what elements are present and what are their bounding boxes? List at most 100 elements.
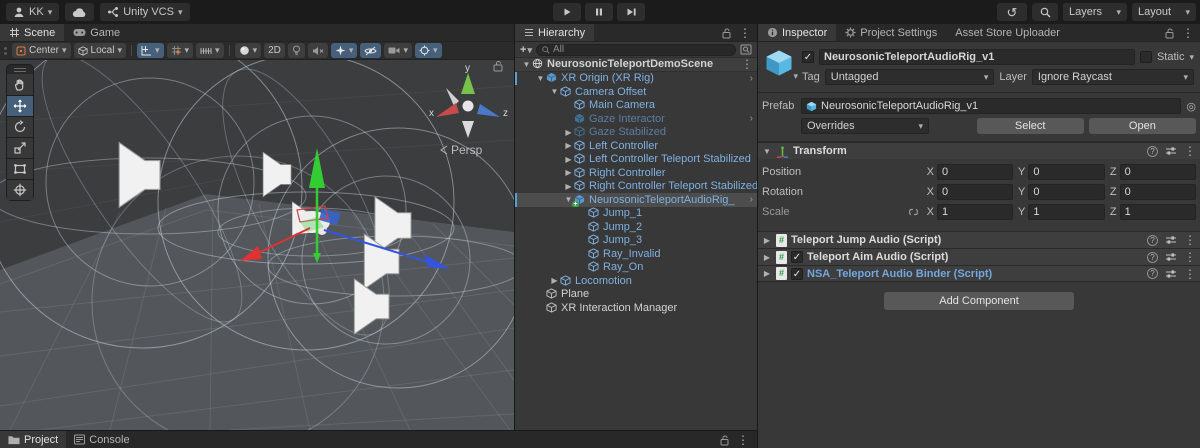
panel-menu-icon[interactable] (1182, 26, 1194, 40)
hierarchy-item[interactable]: Ray_On (515, 261, 757, 275)
hierarchy-item[interactable]: ▼ Camera Offset (515, 85, 757, 99)
tab-game[interactable]: Game (64, 24, 129, 41)
effects-toggle[interactable] (330, 43, 358, 58)
layers-dropdown[interactable]: Layers (1063, 3, 1127, 21)
position-z-field[interactable]: 0 (1119, 164, 1196, 180)
static-flags-arrow[interactable] (1189, 51, 1194, 63)
component-enabled-checkbox[interactable] (791, 251, 803, 263)
scale-tool[interactable] (7, 137, 33, 158)
tab-hierarchy[interactable]: Hierarchy (515, 24, 595, 41)
rotate-tool[interactable] (7, 116, 33, 137)
icon-picker-arrow[interactable] (793, 70, 798, 82)
panel-lock-icon[interactable] (719, 434, 730, 446)
presets-icon[interactable] (1165, 268, 1177, 280)
panel-lock-icon[interactable] (721, 27, 732, 39)
add-component-button[interactable]: Add Component (884, 292, 1074, 310)
transform-header[interactable]: ▼ Transform (758, 142, 1200, 159)
scene-viewport[interactable]: y x z Persp (0, 60, 514, 430)
scene-menu-icon[interactable] (741, 58, 753, 71)
help-icon[interactable] (1147, 251, 1158, 263)
prefab-select-button[interactable]: Select (976, 118, 1084, 134)
search-button[interactable] (1032, 3, 1058, 21)
foldout-arrow[interactable]: ▼ (521, 60, 532, 69)
tab-project-settings[interactable]: Project Settings (836, 24, 946, 41)
tab-console[interactable]: Console (66, 431, 137, 448)
step-button[interactable] (617, 3, 645, 21)
layer-dropdown[interactable]: Ignore Raycast (1031, 69, 1194, 85)
scale-z-field[interactable]: 1 (1119, 204, 1196, 220)
rotation-y-field[interactable]: 0 (1028, 184, 1105, 200)
camera-settings-button[interactable] (384, 43, 412, 58)
play-button[interactable] (553, 3, 581, 21)
object-picker-icon[interactable]: ◎ (1186, 100, 1196, 113)
hierarchy-item[interactable]: ▶ Right Controller (515, 166, 757, 180)
rotation-z-field[interactable]: 0 (1119, 184, 1196, 200)
foldout-arrow[interactable]: ▶ (563, 155, 574, 164)
name-field[interactable]: NeurosonicTeleportAudioRig_v1 (819, 49, 1135, 65)
orientation-mode-button[interactable]: Local (73, 43, 126, 58)
position-x-field[interactable]: 0 (937, 164, 1014, 180)
snap-settings-button[interactable] (196, 43, 224, 58)
tab-project[interactable]: Project (0, 431, 67, 448)
audio-toggle[interactable] (307, 43, 328, 58)
presets-icon[interactable] (1165, 145, 1177, 157)
component-menu-icon[interactable] (1184, 267, 1196, 281)
position-y-field[interactable]: 0 (1028, 164, 1105, 180)
search-window-icon[interactable] (740, 44, 752, 55)
scene-visibility-toggle[interactable] (360, 43, 382, 58)
presets-icon[interactable] (1165, 251, 1177, 263)
tag-dropdown[interactable]: Untagged (824, 69, 995, 85)
toolbar-grip-icon[interactable] (2, 46, 9, 55)
rect-tool[interactable] (7, 158, 33, 179)
component-enabled-checkbox[interactable] (791, 267, 803, 280)
foldout-arrow[interactable]: ▶ (762, 269, 772, 278)
foldout-arrow[interactable]: ▶ (563, 128, 574, 137)
prefab-open-chevron[interactable]: › (750, 113, 753, 124)
panel-menu-icon[interactable] (739, 26, 751, 40)
prefab-open-chevron[interactable]: › (750, 73, 753, 84)
draw-mode-button[interactable] (234, 43, 262, 58)
rotation-x-field[interactable]: 0 (937, 184, 1014, 200)
foldout-arrow[interactable]: ▼ (535, 74, 546, 83)
hierarchy-item[interactable]: Jump_2 (515, 220, 757, 234)
hierarchy-item[interactable]: Jump_1 (515, 207, 757, 221)
account-button[interactable]: KK (6, 3, 60, 21)
help-icon[interactable] (1147, 234, 1158, 246)
help-icon[interactable] (1147, 268, 1158, 279)
help-icon[interactable] (1147, 145, 1158, 157)
increment-snap-toggle[interactable] (166, 43, 194, 58)
presets-icon[interactable] (1165, 234, 1177, 246)
component-menu-icon[interactable] (1184, 144, 1196, 158)
foldout-arrow[interactable]: ▶ (563, 168, 574, 177)
hierarchy-search-input[interactable]: All (535, 43, 736, 56)
grid-snap-toggle[interactable] (136, 43, 164, 58)
hierarchy-item[interactable]: ▼ XR Origin (XR Rig) › (515, 71, 757, 85)
panel-menu-icon[interactable] (737, 433, 749, 447)
foldout-arrow[interactable]: ▶ (563, 141, 574, 150)
hierarchy-item-scene[interactable]: ▼ NeurosonicTeleportDemoScene (515, 58, 757, 72)
foldout-arrow[interactable]: ▼ (549, 87, 560, 96)
component-menu-icon[interactable] (1184, 250, 1196, 264)
component-header-teleport-jump-audio[interactable]: ▶ Teleport Jump Audio (Script) (758, 231, 1200, 248)
hierarchy-item[interactable]: ▶ Gaze Stabilized (515, 126, 757, 140)
gameobject-icon-large[interactable] (764, 48, 796, 82)
tab-inspector[interactable]: Inspector (758, 24, 837, 41)
transform-tool[interactable] (7, 179, 33, 200)
hierarchy-item[interactable]: Plane (515, 288, 757, 302)
undo-history-button[interactable]: ↺ (997, 3, 1027, 21)
hierarchy-item[interactable]: ▶ Left Controller Teleport Stabilized (515, 153, 757, 167)
foldout-arrow[interactable]: ▶ (762, 253, 772, 262)
component-header-nsa-teleport-audio-binder[interactable]: ▶ NSA_Teleport Audio Binder (Script) (758, 265, 1200, 282)
foldout-arrow[interactable]: ▶ (563, 182, 574, 191)
panel-lock-icon[interactable] (1164, 27, 1175, 39)
scale-y-field[interactable]: 1 (1028, 204, 1105, 220)
component-menu-icon[interactable] (1184, 233, 1196, 247)
2d-toggle[interactable]: 2D (264, 43, 285, 58)
hierarchy-item[interactable]: ▶ Locomotion (515, 274, 757, 288)
scale-x-field[interactable]: 1 (937, 204, 1014, 220)
prefab-open-chevron[interactable]: › (750, 194, 753, 205)
gizmos-toggle[interactable] (414, 43, 442, 58)
pivot-mode-button[interactable]: Center (12, 43, 71, 58)
hierarchy-item[interactable]: Main Camera (515, 99, 757, 113)
unity-vcs-button[interactable]: Unity VCS (100, 3, 190, 21)
